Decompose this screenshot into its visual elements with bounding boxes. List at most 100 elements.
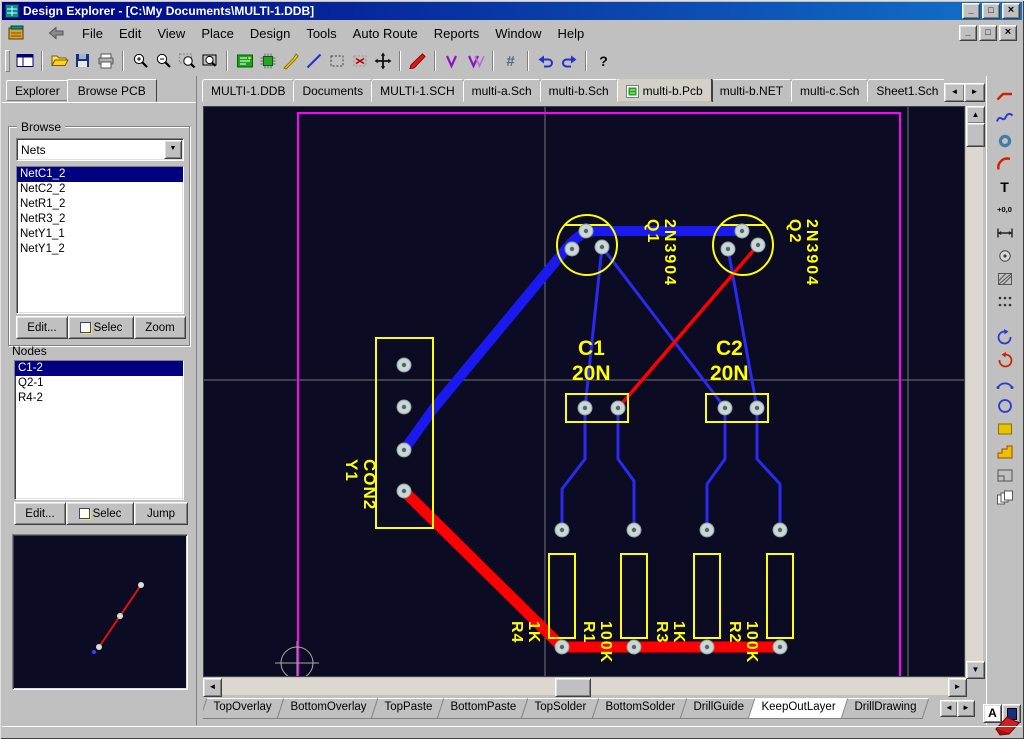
dropdown-arrow-icon[interactable]: ▼: [164, 140, 182, 159]
pcb-canvas[interactable]: Q1 2N3904 Q2 2N3904 C1 20N C2 20N Y1 CON…: [203, 106, 965, 677]
print-icon[interactable]: [94, 50, 117, 72]
close-button[interactable]: ×: [1002, 3, 1020, 19]
open-document-icon[interactable]: [48, 50, 71, 72]
net-zoom-button[interactable]: Zoom: [134, 316, 186, 339]
doc-tab-multi1-ddb[interactable]: MULTI-1.DDB: [202, 79, 294, 102]
place-coordinate-icon[interactable]: +0,0: [992, 199, 1018, 220]
toolbar-grip[interactable]: [5, 50, 10, 72]
browse-mode-dropdown[interactable]: Nets ▼: [16, 138, 184, 161]
layer-tab-drillguide[interactable]: DrillGuide: [679, 698, 756, 719]
menu-place[interactable]: Place: [193, 23, 242, 44]
layer-tabs-scroll-left[interactable]: ◄: [940, 700, 958, 717]
node-edit-button[interactable]: Edit...: [14, 502, 66, 525]
net-list-item[interactable]: NetY1_2: [17, 242, 183, 257]
redo-icon[interactable]: [557, 50, 580, 72]
node-list-item[interactable]: C1-2: [15, 361, 183, 376]
paste-array-icon[interactable]: [992, 487, 1018, 508]
place-dimension-icon[interactable]: [992, 222, 1018, 243]
zoom-area-icon[interactable]: [198, 50, 221, 72]
mdi-restore-button[interactable]: □: [979, 25, 997, 41]
node-jump-button[interactable]: Jump: [134, 502, 188, 525]
arc-center-icon[interactable]: [992, 326, 1018, 347]
scroll-down-arrow[interactable]: ▼: [966, 661, 985, 679]
doc-tabs-scroll-left[interactable]: ◄: [944, 83, 965, 102]
move-icon[interactable]: [371, 50, 394, 72]
panel-layout-icon[interactable]: [13, 50, 36, 72]
scroll-up-arrow[interactable]: ▲: [966, 106, 985, 124]
minimize-button[interactable]: _: [962, 3, 980, 19]
node-list-item[interactable]: Q2-1: [15, 376, 183, 391]
save-icon[interactable]: [71, 50, 94, 72]
zoom-window-icon[interactable]: [175, 50, 198, 72]
place-array-icon[interactable]: [992, 291, 1018, 312]
horizontal-scrollbar[interactable]: ◄ ►: [203, 678, 965, 695]
place-via-icon[interactable]: [992, 130, 1018, 151]
select-area-icon[interactable]: [325, 50, 348, 72]
arc-any-angle-icon[interactable]: [992, 372, 1018, 393]
menu-auto-route[interactable]: Auto Route: [345, 23, 426, 44]
net-list-item[interactable]: NetR3_2: [17, 212, 183, 227]
menu-edit[interactable]: Edit: [111, 23, 149, 44]
layer-tab-bottompaste[interactable]: BottomPaste: [437, 698, 530, 719]
board-preview[interactable]: [12, 534, 188, 690]
interactive-route-icon[interactable]: [992, 84, 1018, 105]
mdi-close-button[interactable]: ×: [999, 25, 1017, 41]
doc-tab-multi1-sch[interactable]: MULTI-1.SCH: [371, 79, 463, 102]
layer-tab-keepoutlayer[interactable]: KeepOutLayer: [748, 698, 849, 719]
polygon-plane-icon[interactable]: [441, 50, 464, 72]
place-component-icon[interactable]: [256, 50, 279, 72]
vertical-scroll-thumb[interactable]: [966, 123, 985, 147]
doc-tab-multi-c-sch[interactable]: multi-c.Sch: [791, 79, 868, 102]
nodes-list[interactable]: C1-2 Q2-1 R4-2: [14, 360, 184, 500]
scroll-right-arrow[interactable]: ►: [948, 678, 967, 697]
net-list-item[interactable]: NetC1_2: [17, 167, 183, 182]
place-line-icon[interactable]: [302, 50, 325, 72]
doc-tab-multi-b-sch[interactable]: multi-b.Sch: [540, 79, 618, 102]
place-polygon-icon[interactable]: [992, 441, 1018, 462]
full-circle-icon[interactable]: [992, 395, 1018, 416]
back-arrow-icon[interactable]: [48, 26, 64, 40]
nets-list[interactable]: NetC1_2 NetC2_2 NetR1_2 NetR3_2 NetY1_1 …: [16, 166, 184, 314]
place-fill-hatched-icon[interactable]: [992, 268, 1018, 289]
undo-icon[interactable]: [534, 50, 557, 72]
maximize-button[interactable]: □: [982, 3, 1000, 19]
snap-grid-icon[interactable]: #: [499, 50, 522, 72]
node-list-item[interactable]: R4-2: [15, 391, 183, 406]
layer-tab-drilldrawing[interactable]: DrillDrawing: [841, 698, 930, 719]
menu-file[interactable]: File: [74, 23, 111, 44]
mdi-minimize-button[interactable]: _: [959, 25, 977, 41]
tab-browse-pcb[interactable]: Browse PCB: [67, 79, 157, 102]
net-list-item[interactable]: NetR1_2: [17, 197, 183, 212]
horizontal-scroll-thumb[interactable]: [555, 678, 591, 697]
place-string-icon[interactable]: T: [992, 176, 1018, 197]
menu-design[interactable]: Design: [242, 23, 298, 44]
split-plane-icon[interactable]: [992, 464, 1018, 485]
menu-help[interactable]: Help: [550, 23, 593, 44]
menu-tools[interactable]: Tools: [298, 23, 344, 44]
layer-tab-topoverlay[interactable]: TopOverlay: [203, 698, 285, 719]
menu-view[interactable]: View: [149, 23, 193, 44]
doc-tab-multi-b-pcb[interactable]: multi-b.Pcb: [617, 79, 712, 102]
doc-tab-documents[interactable]: Documents: [293, 79, 372, 102]
menu-window[interactable]: Window: [487, 23, 549, 44]
pcb-document-icon[interactable]: [233, 50, 256, 72]
doc-tab-multi-b-net[interactable]: multi-b.NET: [711, 79, 792, 102]
zoom-out-icon[interactable]: [152, 50, 175, 72]
layer-tab-topsolder[interactable]: TopSolder: [521, 698, 600, 719]
thick-track[interactable]: [404, 231, 742, 450]
tab-explorer[interactable]: Explorer: [6, 80, 69, 101]
zoom-in-icon[interactable]: [129, 50, 152, 72]
doc-tab-multi-a-sch[interactable]: multi-a.Sch: [463, 79, 541, 102]
help-icon[interactable]: ?: [592, 50, 615, 72]
doc-tab-sheet1-sch[interactable]: Sheet1.Sch: [867, 79, 944, 102]
cross-probe-icon[interactable]: [279, 50, 302, 72]
signal-tracks[interactable]: [562, 247, 780, 530]
vertical-scrollbar[interactable]: ▲ ▼: [966, 106, 983, 677]
pads[interactable]: [397, 224, 787, 654]
place-track-icon[interactable]: [992, 107, 1018, 128]
polygon-plane-alt-icon[interactable]: [464, 50, 487, 72]
net-list-item[interactable]: NetC2_2: [17, 182, 183, 197]
menu-reports[interactable]: Reports: [426, 23, 488, 44]
deselect-icon[interactable]: [348, 50, 371, 72]
net-select-button[interactable]: Selec: [68, 316, 134, 339]
